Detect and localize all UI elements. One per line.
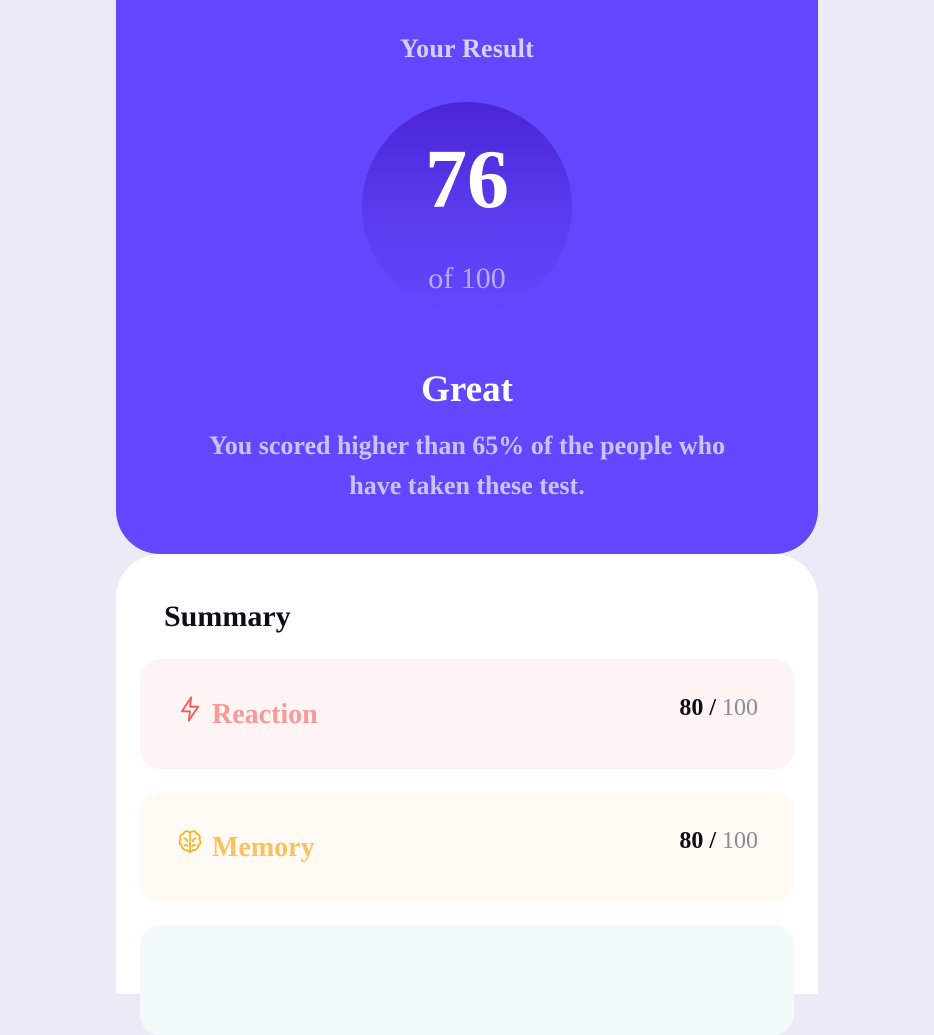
- score-total: of 100: [428, 262, 506, 295]
- score-max: 100: [722, 828, 758, 854]
- summary-item-partial: [140, 925, 794, 1035]
- score-separator: /: [709, 828, 716, 854]
- summary-item-label: Reaction: [212, 699, 318, 730]
- summary-item-label: Memory: [212, 832, 315, 863]
- summary-item-memory: Memory 80/100: [140, 792, 794, 902]
- score-obtained: 80: [679, 695, 704, 721]
- brain-icon: [176, 828, 204, 856]
- score-value: 76: [425, 133, 509, 226]
- score-separator: /: [709, 695, 716, 721]
- summary-item-score: 80/100: [679, 828, 758, 855]
- summary-panel: Summary Reaction 80/100 Memory 80/ 100: [116, 554, 818, 1035]
- summary-title: Summary: [164, 600, 291, 633]
- rating-label: Great: [421, 369, 513, 410]
- result-panel: Your Result 76 of 100 Great You scored h…: [116, 0, 818, 554]
- summary-item-score: 80/100: [679, 695, 758, 722]
- score-max: 100: [722, 695, 758, 721]
- summary-item-reaction: Reaction 80/100: [140, 659, 794, 769]
- score-obtained: 80: [679, 828, 704, 854]
- score-circle: 76 of 100: [362, 102, 572, 312]
- rating-description: You scored higher than 65% of the people…: [208, 431, 726, 500]
- lightning-icon: [176, 695, 204, 723]
- result-heading: Your Result: [400, 34, 534, 63]
